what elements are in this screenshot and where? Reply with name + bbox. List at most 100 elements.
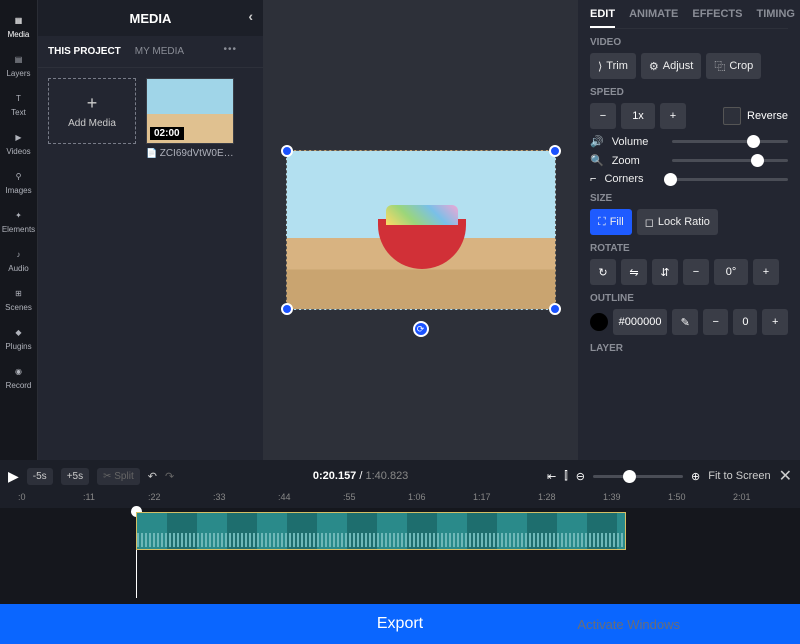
text-icon: T [11, 90, 27, 106]
tracks[interactable]: 1 [0, 508, 800, 585]
rotate-value: 0° [714, 259, 748, 285]
images-icon: ⚲ [11, 168, 27, 184]
timecode: 0:20.157 / 1:40.823 [182, 470, 539, 482]
export-button[interactable]: Export [0, 604, 800, 644]
rotate-handle[interactable]: ⟳ [413, 321, 429, 337]
crop-button[interactable]: ⿻Crop [706, 53, 761, 79]
watermark: Activate Windows [577, 617, 680, 632]
rail-videos[interactable]: ▶Videos [0, 123, 37, 162]
media-clip[interactable]: 02:00 ZCI69dVtW0E (...) [146, 78, 234, 159]
section-size: SIZE [590, 193, 788, 204]
outline-plus[interactable]: + [762, 309, 788, 335]
trim-button[interactable]: ⟩Trim [590, 53, 636, 79]
lock-ratio-button[interactable]: ◻Lock Ratio [637, 209, 718, 235]
zoom-in-icon[interactable]: ⊕ [691, 470, 700, 483]
reverse-checkbox[interactable] [723, 107, 741, 125]
rotate-cw[interactable]: ↻ [590, 259, 616, 285]
handle-tl[interactable] [281, 145, 293, 157]
adjust-button[interactable]: ⚙Adjust [641, 53, 701, 79]
rotate-plus[interactable]: + [753, 259, 779, 285]
media-tabs: THIS PROJECT MY MEDIA ••• [38, 36, 263, 68]
eyedropper[interactable]: ✎ [672, 309, 698, 335]
fit-screen-button[interactable]: Fit to Screen [708, 470, 770, 482]
rail-layers[interactable]: ▤Layers [0, 45, 37, 84]
corners-label: Corners [604, 173, 656, 185]
ruler[interactable]: :0 :11 :22 :33 :44 :55 1:06 1:17 1:28 1:… [0, 492, 800, 508]
rail-scenes[interactable]: ⊞Scenes [0, 279, 37, 318]
handle-bl[interactable] [281, 303, 293, 315]
undo-button[interactable]: ↶ [148, 470, 157, 483]
rail-audio[interactable]: ♪Audio [0, 240, 37, 279]
layers-icon: ▤ [11, 51, 27, 67]
plus-5s[interactable]: +5s [61, 468, 89, 485]
clip-thumbnail: 02:00 [146, 78, 234, 144]
flip-v[interactable]: ⇵ [652, 259, 678, 285]
section-outline: OUTLINE [590, 293, 788, 304]
media-icon: ▦ [11, 12, 27, 28]
tab-my-media[interactable]: MY MEDIA [135, 46, 184, 57]
panel-title: MEDIA ‹ [38, 0, 263, 36]
outline-color[interactable]: #000000 [613, 309, 668, 335]
play-button[interactable]: ▶ [8, 468, 19, 485]
videos-icon: ▶ [11, 129, 27, 145]
timeline-zoom-slider[interactable] [593, 475, 683, 478]
speed-minus[interactable]: − [590, 103, 616, 129]
media-panel: MEDIA ‹ THIS PROJECT MY MEDIA ••• + Add … [38, 0, 263, 460]
add-media-button[interactable]: + Add Media [48, 78, 136, 144]
audio-icon: ♪ [11, 246, 27, 262]
plus-icon: + [87, 93, 98, 114]
outline-width: 0 [733, 309, 757, 335]
flip-h[interactable]: ⇋ [621, 259, 647, 285]
corners-slider[interactable] [664, 178, 788, 181]
outline-swatch[interactable] [590, 313, 608, 331]
tab-effects[interactable]: EFFECTS [692, 8, 742, 28]
volume-slider[interactable] [672, 140, 788, 143]
trim-icon: ⟩ [598, 60, 602, 73]
rail-record[interactable]: ◉Record [0, 357, 37, 396]
tab-animate[interactable]: ANIMATE [629, 8, 678, 28]
corners-icon: ⌐ [590, 173, 596, 185]
outline-minus[interactable]: − [703, 309, 729, 335]
rail-plugins[interactable]: ◆Plugins [0, 318, 37, 357]
snap-center-icon[interactable]: ⫿ [564, 470, 568, 483]
selected-clip[interactable]: ⟳ [286, 150, 556, 310]
redo-button[interactable]: ↷ [165, 470, 174, 483]
section-layer: LAYER [590, 343, 788, 354]
split-button[interactable]: ✂ Split [97, 468, 140, 485]
rail-elements[interactable]: ✦Elements [0, 201, 37, 240]
speed-value: 1x [621, 103, 655, 129]
zoom-icon: 🔍 [590, 154, 604, 167]
section-rotate: ROTATE [590, 243, 788, 254]
plugins-icon: ◆ [11, 324, 27, 340]
zoom-out-icon[interactable]: ⊖ [576, 470, 585, 483]
bottom-bar: Export [0, 585, 800, 644]
zoom-slider[interactable] [672, 159, 788, 162]
section-video: VIDEO [590, 37, 788, 48]
minus-5s[interactable]: -5s [27, 468, 53, 485]
collapse-icon[interactable]: ‹ [248, 8, 253, 24]
snap-left-icon[interactable]: ⇤ [547, 470, 556, 483]
crop-icon: ⿻ [714, 58, 725, 74]
fill-button[interactable]: ⛶Fill [590, 209, 632, 235]
tab-this-project[interactable]: THIS PROJECT [48, 46, 121, 57]
speed-plus[interactable]: + [660, 103, 686, 129]
clip-duration: 02:00 [150, 127, 184, 140]
rotate-minus[interactable]: − [683, 259, 709, 285]
tab-timing[interactable]: TIMING [756, 8, 795, 28]
handle-br[interactable] [549, 303, 561, 315]
rail-images[interactable]: ⚲Images [0, 162, 37, 201]
canvas[interactable]: ⟳ [263, 0, 578, 460]
app-rail: ▦Media ▤Layers TText ▶Videos ⚲Images ✦El… [0, 0, 38, 460]
track-row[interactable]: 1 [18, 510, 800, 552]
timeline-clip[interactable] [136, 512, 626, 550]
close-icon[interactable]: ✕ [779, 466, 792, 486]
scenes-icon: ⊞ [11, 285, 27, 301]
tab-edit[interactable]: EDIT [590, 8, 615, 28]
zoom-label: Zoom [612, 155, 664, 167]
rail-media[interactable]: ▦Media [0, 6, 37, 45]
canvas-content [378, 219, 466, 269]
clip-filename: ZCI69dVtW0E (...) [146, 148, 234, 159]
more-icon[interactable]: ••• [223, 44, 237, 55]
handle-tr[interactable] [549, 145, 561, 157]
rail-text[interactable]: TText [0, 84, 37, 123]
